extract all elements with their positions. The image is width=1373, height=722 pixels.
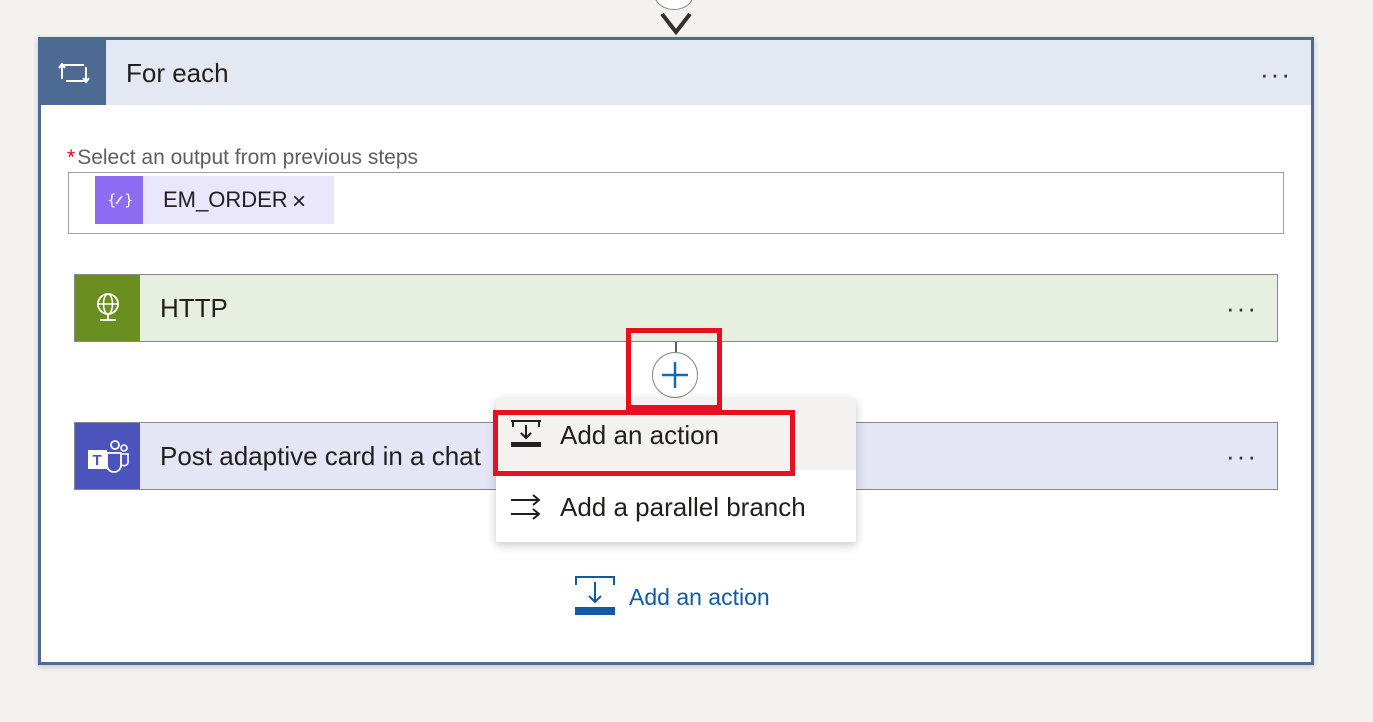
add-action-icon[interactable]: [574, 574, 616, 616]
foreach-loop-icon: [41, 40, 106, 105]
teams-action-title: Post adaptive card in a chat: [160, 441, 481, 471]
field-label: *Select an output from previous steps: [67, 146, 418, 170]
http-action-title: HTTP: [160, 293, 228, 323]
foreach-title: For each: [126, 58, 229, 88]
foreach-header[interactable]: [41, 40, 1311, 105]
token-label: EM_ORDER: [163, 187, 288, 212]
svg-text:{: {: [107, 191, 117, 209]
globe-icon: [75, 275, 140, 341]
teams-more-options-button[interactable]: ···: [1226, 443, 1258, 469]
expression-icon: { }: [95, 176, 143, 224]
field-label-text: Select an output from previous steps: [77, 146, 419, 169]
remove-token-button[interactable]: ×: [292, 188, 306, 216]
highlight-box-plus: [626, 328, 722, 410]
svg-text:T: T: [92, 452, 101, 469]
teams-icon: T: [75, 423, 140, 489]
down-arrow-icon: [660, 12, 692, 36]
parallel-branch-icon: [511, 494, 541, 520]
menu-add-parallel-branch-label: Add a parallel branch: [560, 492, 806, 522]
highlight-box-add-action: [493, 410, 795, 476]
http-more-options-button[interactable]: ···: [1226, 295, 1258, 321]
foreach-more-options-button[interactable]: ···: [1260, 61, 1292, 87]
required-marker: *: [67, 146, 76, 169]
svg-text:}: }: [124, 191, 132, 209]
bottom-add-action-link[interactable]: Add an action: [629, 584, 770, 611]
